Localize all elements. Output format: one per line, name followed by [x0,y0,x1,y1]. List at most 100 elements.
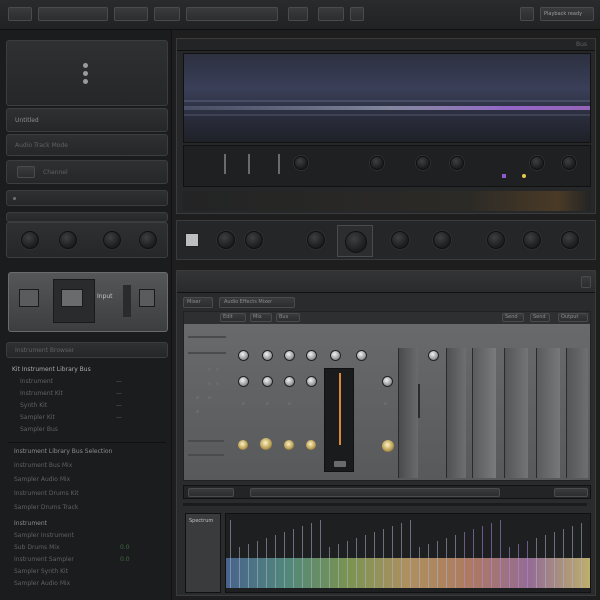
routing-toggle[interactable] [13,197,16,200]
record-button[interactable] [288,7,308,21]
effect-knob[interactable] [284,376,295,387]
list-item[interactable]: Sampler Audio Mix [14,580,164,588]
gold-knob[interactable] [382,440,394,452]
param-toggle[interactable] [196,396,199,399]
mixer-close-button[interactable] [581,276,591,288]
main-fader[interactable] [324,368,354,472]
effect-knob[interactable] [238,350,249,361]
fader-cap[interactable] [334,461,346,467]
send-knob[interactable] [391,231,409,249]
send-button-2[interactable]: Send [530,313,550,322]
mix-button[interactable]: Mix [250,313,272,322]
project-field[interactable] [38,7,108,21]
gold-knob[interactable] [238,440,248,450]
send-knob-1[interactable] [21,231,39,249]
effect-knob[interactable] [382,376,393,387]
effect-knob[interactable] [330,350,341,361]
send-knob[interactable] [307,231,325,249]
menu-button[interactable] [8,7,32,21]
list-item[interactable]: Sampler Kit — [20,414,160,422]
spectrum-btn[interactable] [250,488,500,497]
gold-knob[interactable] [306,440,316,450]
stop-button[interactable] [350,7,364,21]
arr-knob[interactable] [294,156,308,170]
tab-effects[interactable]: Audio Effects Mixer [219,297,295,308]
edit-button[interactable]: Edit [220,313,246,322]
fader-slot[interactable] [418,384,420,418]
param-toggle[interactable] [288,402,291,405]
send-knob[interactable] [487,231,505,249]
selected-knob[interactable] [345,231,367,253]
effect-knob[interactable] [306,350,317,361]
send-knob[interactable] [523,231,541,249]
list-item[interactable]: Instrument Kit — [20,390,160,398]
send-knob-2[interactable] [59,231,77,249]
output-button[interactable]: Output [558,313,588,322]
redo-button[interactable] [154,7,180,21]
mini-fader[interactable] [248,154,250,174]
mini-fader[interactable] [224,154,226,174]
param-toggle[interactable] [208,368,211,371]
undo-button[interactable] [114,7,148,21]
tab-mixer[interactable]: Mixer [183,297,213,308]
spectrum-btn[interactable] [554,488,588,497]
effect-knob[interactable] [428,350,439,361]
send-knob[interactable] [561,231,579,249]
send-knob-3[interactable] [103,231,121,249]
list-item[interactable]: Sampler Instrument [14,532,164,540]
selected-knob-frame[interactable] [337,225,373,257]
transport-display[interactable] [186,7,278,21]
param-toggle[interactable] [216,368,219,371]
param-toggle[interactable] [266,402,269,405]
param-toggle[interactable] [196,410,199,413]
device-fader[interactable] [123,285,131,317]
spectrum-btn[interactable] [188,488,234,497]
list-item[interactable]: Instrument — [20,378,160,386]
settings-button[interactable] [520,7,534,21]
param-toggle[interactable] [208,396,211,399]
list-item[interactable]: Instrument Bus Mix [14,462,164,470]
param-toggle[interactable] [216,382,219,385]
list-item[interactable]: Instrument Library Bus Selection [14,448,164,456]
arr-knob[interactable] [562,156,576,170]
list-item[interactable]: Kit Instrument Library Bus [12,366,162,374]
list-item[interactable]: Sampler Drums Track [14,504,164,512]
effect-knob[interactable] [356,350,367,361]
bus-button[interactable]: Bus [276,313,300,322]
send-knob[interactable] [433,231,451,249]
effect-knob[interactable] [262,376,273,387]
list-item[interactable]: Sub Drums Mix [14,544,164,552]
gold-knob[interactable] [284,440,294,450]
effect-knob[interactable] [284,350,295,361]
more-icon[interactable] [83,63,89,85]
list-item[interactable]: Synth Kit — [20,402,160,410]
param-toggle[interactable] [384,402,387,405]
send-knob[interactable] [245,231,263,249]
mini-fader[interactable] [278,154,280,174]
param-toggle[interactable] [242,402,245,405]
track-thumb[interactable] [185,233,199,247]
spectrum-thumbnail[interactable]: Spectrum [185,513,221,593]
send-knob-4[interactable] [139,231,157,249]
effect-knob[interactable] [262,350,273,361]
arr-knob[interactable] [530,156,544,170]
arr-knob[interactable] [450,156,464,170]
effect-knob[interactable] [306,376,317,387]
list-item[interactable]: Instrument Sampler [14,556,164,564]
list-item[interactable]: Sampler Synth Kit [14,568,164,576]
list-item[interactable]: Sampler Bus [20,426,160,434]
send-button[interactable]: Send [502,313,524,322]
list-item[interactable]: Sampler Audio Mix [14,476,164,484]
list-item[interactable]: Instrument [14,520,164,528]
channel-button[interactable] [17,166,35,178]
arr-knob[interactable] [370,156,384,170]
list-item[interactable]: Instrument Drums Kit [14,490,164,498]
effect-knob[interactable] [238,376,249,387]
arr-knob[interactable] [416,156,430,170]
play-button[interactable] [318,7,344,21]
waveform-display[interactable] [183,53,591,143]
param-toggle[interactable] [208,382,211,385]
gold-knob[interactable] [260,438,272,450]
send-knob[interactable] [217,231,235,249]
spectrum-analyzer[interactable] [225,513,591,593]
